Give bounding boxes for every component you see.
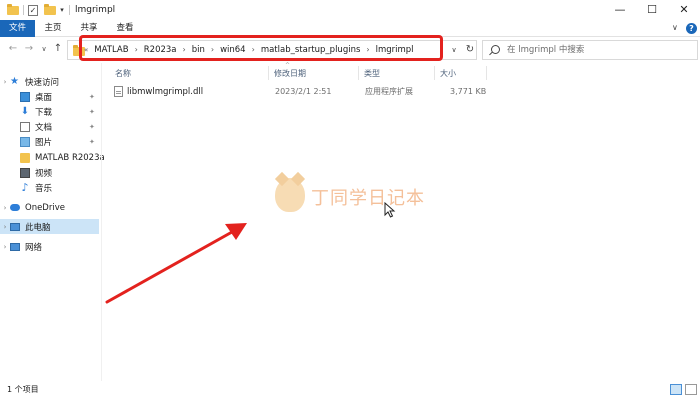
arrow-shaft (105, 230, 234, 304)
arrow-head (225, 223, 247, 240)
large-icons-view-icon[interactable] (685, 384, 697, 395)
item-count: 1 个项目 (7, 385, 39, 394)
details-view-icon[interactable] (670, 384, 682, 395)
annotation-arrow (105, 223, 247, 304)
status-bar: 1 个项目 (0, 381, 700, 398)
mouse-cursor-icon (384, 202, 396, 218)
